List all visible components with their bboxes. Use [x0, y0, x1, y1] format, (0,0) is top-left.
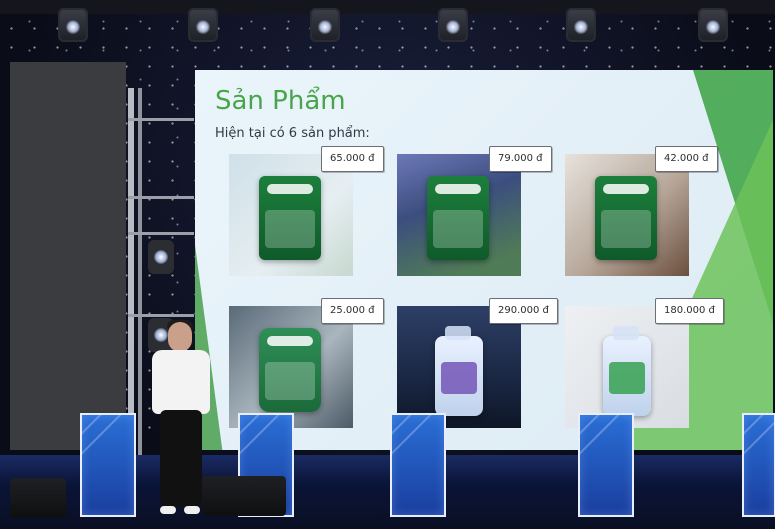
scaffold-pole: [128, 88, 134, 458]
presentation-slide: Sản Phẩm Hiện tại có 6 sản phẩm: 65.000 …: [195, 70, 773, 450]
spotlight: [148, 240, 174, 274]
scaffold-bar: [128, 118, 194, 121]
stage-photo: Sản Phẩm Hiện tại có 6 sản phẩm: 65.000 …: [0, 0, 775, 529]
presenter-head: [168, 322, 192, 352]
slide-subtitle: Hiện tại có 6 sản phẩm:: [215, 126, 370, 141]
moving-head-light: [310, 8, 340, 42]
presenter-pants: [160, 410, 202, 506]
led-podium: [578, 413, 634, 517]
product-package: [435, 326, 483, 416]
moving-head-light: [188, 8, 218, 42]
presenter-shirt: [152, 350, 210, 414]
side-led-panel: [10, 62, 126, 450]
moving-head-light: [438, 8, 468, 42]
price-tag: 290.000 đ: [489, 298, 558, 324]
scaffold-pole: [138, 88, 142, 458]
presenter-shoe: [184, 506, 200, 514]
price-tag: 79.000 đ: [489, 146, 552, 172]
product-package: [595, 176, 657, 260]
product-package: [427, 176, 489, 260]
stage-monitor-speaker: [10, 478, 66, 518]
product-image-laundry-detergent: [229, 154, 353, 276]
price-tag: 180.000 đ: [655, 298, 724, 324]
slide-title: Sản Phẩm: [215, 86, 346, 116]
presenter-shoe: [160, 506, 176, 514]
lighting-truss: [0, 0, 775, 14]
product-image-jerrycan: [397, 306, 521, 428]
stage-monitor-speaker: [202, 476, 286, 516]
led-podium: [390, 413, 446, 517]
price-tag: 42.000 đ: [655, 146, 718, 172]
product-image-dish-soap: [565, 154, 689, 276]
scaffold-bar: [128, 314, 194, 317]
presenter: [150, 320, 212, 522]
led-podium: [742, 413, 775, 517]
price-tag: 25.000 đ: [321, 298, 384, 324]
product-image-fabric-softener: [397, 154, 521, 276]
led-podium: [80, 413, 136, 517]
scaffold-bar: [128, 196, 194, 199]
product-image-jerrycan: [565, 306, 689, 428]
product-package: [603, 326, 651, 416]
product-image-bottle: [229, 306, 353, 428]
product-package: [259, 328, 321, 412]
price-tag: 65.000 đ: [321, 146, 384, 172]
moving-head-light: [698, 8, 728, 42]
moving-head-light: [58, 8, 88, 42]
product-package: [259, 176, 321, 260]
scaffold-bar: [128, 232, 194, 235]
moving-head-light: [566, 8, 596, 42]
